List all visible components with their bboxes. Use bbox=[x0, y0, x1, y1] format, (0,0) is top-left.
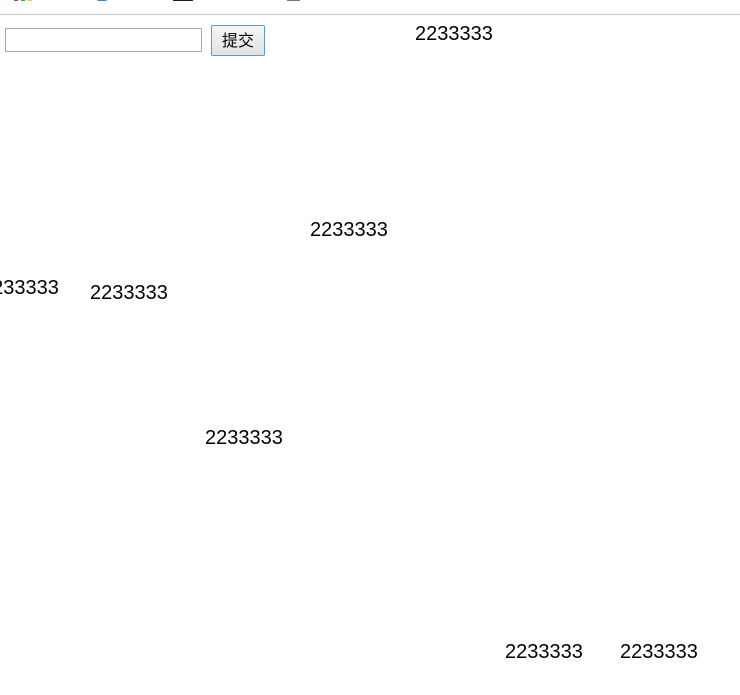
bookmark-favicon-icon[interactable] bbox=[173, 0, 193, 1]
floating-text: 2233333 bbox=[205, 427, 283, 449]
floating-text: 2233333 bbox=[415, 23, 493, 45]
text-input[interactable] bbox=[5, 28, 202, 52]
bookmark-favicon-icon[interactable] bbox=[96, 0, 108, 1]
page: 提交 2233333 2233333 2233333 2233333 22333… bbox=[0, 0, 740, 695]
floating-text: 2233333 bbox=[505, 641, 583, 663]
bookmarks-bar bbox=[0, 0, 740, 15]
floating-text: 2233333 bbox=[0, 277, 59, 299]
floating-text: 2233333 bbox=[620, 641, 698, 663]
bookmark-page-icon[interactable] bbox=[287, 0, 300, 1]
submit-button[interactable]: 提交 bbox=[211, 25, 265, 56]
floating-text: 2233333 bbox=[90, 282, 168, 304]
apps-icon[interactable] bbox=[14, 0, 32, 1]
floating-text: 2233333 bbox=[310, 219, 388, 241]
